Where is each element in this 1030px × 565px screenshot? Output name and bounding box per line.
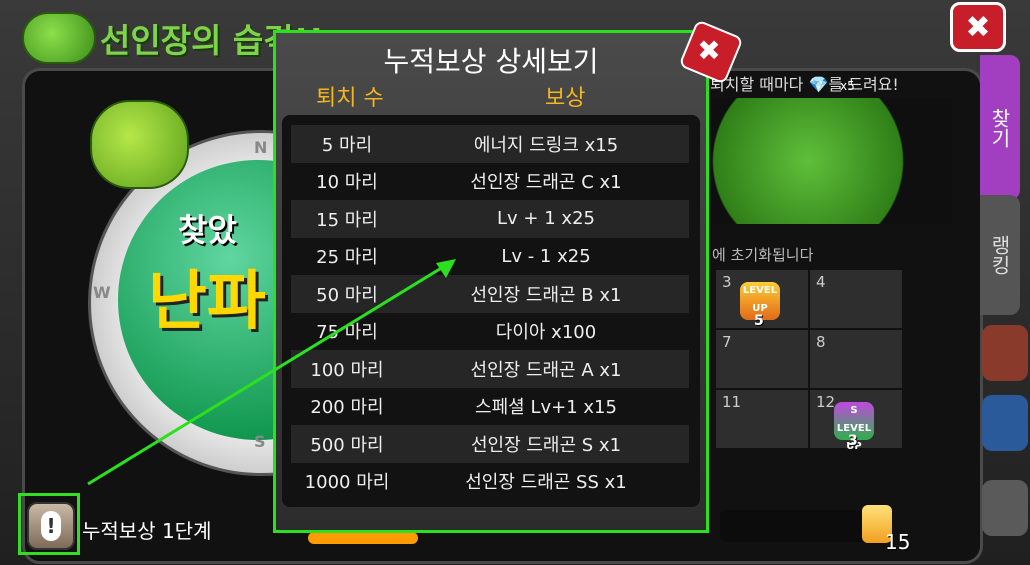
grid-cell[interactable]: 3 LEVEL UP 5 bbox=[716, 270, 808, 329]
reward-column-header: 보상 bbox=[545, 86, 586, 111]
tab-ranking[interactable]: 랭킹 bbox=[980, 195, 1020, 315]
cell-number: 12 bbox=[816, 393, 836, 411]
alert-symbol: ! bbox=[41, 511, 61, 541]
bottom-bar bbox=[720, 510, 870, 542]
special-badge: S bbox=[850, 405, 858, 416]
reward-cell: Lv + 1 x25 bbox=[497, 208, 595, 230]
kills-cell: 15 마리 bbox=[316, 209, 378, 231]
character-avatar-icon[interactable] bbox=[982, 325, 1028, 381]
close-icon[interactable]: ✖ bbox=[686, 27, 732, 73]
reward-cell: 다이아 x100 bbox=[495, 322, 597, 344]
reset-notice: 에 초기화됩니다 bbox=[712, 246, 814, 264]
energy-drink-count: 15 bbox=[885, 530, 911, 554]
grid-cell[interactable]: 8 bbox=[810, 330, 902, 388]
kills-cell: 50 마리 bbox=[316, 284, 378, 306]
reward-cell: 선인장 드래곤 C x1 bbox=[470, 172, 622, 194]
table-row: 15 마리 Lv + 1 x25 bbox=[291, 200, 689, 238]
level-up-count: 5 bbox=[754, 313, 764, 329]
kills-cell: 500 마리 bbox=[310, 434, 384, 456]
tab-find[interactable]: 찾기 bbox=[980, 55, 1020, 200]
kills-cell: 5 마리 bbox=[321, 134, 373, 156]
kills-column-header: 퇴치 수 bbox=[316, 86, 384, 111]
reward-cell: 스페셜 Lv+1 x15 bbox=[475, 397, 617, 419]
kills-cell: 75 마리 bbox=[316, 322, 378, 344]
grid-cell[interactable]: 12 S LEVEL UP 3 bbox=[810, 390, 902, 452]
compass-south-label: S bbox=[254, 432, 266, 451]
cumulative-reward-label: 누적보상 1단계 bbox=[82, 519, 212, 543]
friends-icon[interactable] bbox=[982, 395, 1028, 451]
reward-cell: 에너지 드링크 x15 bbox=[473, 134, 619, 156]
table-row: 1000 마리 선인장 드래곤 SS x1 bbox=[291, 463, 689, 501]
table-row: 500 마리 선인장 드래곤 S x1 bbox=[291, 425, 689, 463]
level-up-count: 3 bbox=[848, 433, 858, 449]
table-row: 100 마리 선인장 드래곤 A x1 bbox=[291, 350, 689, 388]
grid-cell[interactable]: 4 bbox=[810, 270, 902, 328]
table-row: 200 마리 스페셜 Lv+1 x15 bbox=[291, 388, 689, 426]
kills-cell: 25 마리 bbox=[316, 247, 378, 269]
kills-cell: 1000 마리 bbox=[304, 472, 390, 494]
popup-title: 누적보상 상세보기 bbox=[383, 45, 599, 78]
grid-cell[interactable]: 7 bbox=[716, 330, 808, 388]
reward-cell: 선인장 드래곤 A x1 bbox=[470, 359, 622, 381]
reward-cell: Lv - 1 x25 bbox=[501, 245, 591, 267]
reward-cell: 선인장 드래곤 S x1 bbox=[470, 434, 622, 456]
level-up-label: LEVEL UP bbox=[742, 285, 778, 314]
gear-icon[interactable] bbox=[982, 480, 1028, 536]
table-row: 25 마리 Lv - 1 x25 bbox=[291, 238, 689, 276]
table-row: 75 마리 다이아 x100 bbox=[291, 313, 689, 351]
reward-cell: 선인장 드래곤 SS x1 bbox=[465, 472, 627, 494]
table-row: 10 마리 선인장 드래곤 C x1 bbox=[291, 163, 689, 201]
cactus-logo-icon bbox=[22, 12, 96, 64]
reward-banner: 퇴치할 때마다 💎를 드려요! bbox=[710, 75, 899, 94]
cactus-character-icon bbox=[90, 100, 189, 189]
compass-west-label: W bbox=[93, 283, 111, 302]
special-level-up-icon: S LEVEL UP 3 bbox=[834, 402, 874, 452]
exclamation-icon[interactable]: ! bbox=[27, 502, 75, 550]
level-up-icon: LEVEL UP 5 bbox=[740, 282, 780, 329]
event-big-text: 난파 bbox=[148, 265, 266, 339]
kills-cell: 10 마리 bbox=[316, 172, 378, 194]
reward-rows: 5 마리 에너지 드링크 x15 10 마리 선인장 드래곤 C x1 15 마리 Lv … bbox=[291, 125, 689, 500]
grid-cell[interactable]: 11 bbox=[716, 390, 808, 448]
found-text: 찾았 bbox=[178, 211, 237, 249]
find-grid: 3 LEVEL UP 5 4 7 8 11 12 S LEVEL UP 3 bbox=[716, 270, 902, 452]
reward-cell: 선인장 드래곤 B x1 bbox=[470, 284, 622, 306]
compass-north-label: N bbox=[254, 138, 268, 157]
close-window-button[interactable]: ✖ bbox=[950, 2, 1006, 52]
cell-number: 8 bbox=[816, 333, 826, 351]
cell-number: 11 bbox=[722, 393, 742, 411]
cactus-art-image bbox=[712, 98, 952, 224]
progress-bar bbox=[308, 532, 418, 544]
cell-number: 7 bbox=[722, 333, 732, 351]
kills-cell: 200 마리 bbox=[310, 397, 384, 419]
table-row: 5 마리 에너지 드링크 x15 bbox=[291, 125, 689, 163]
cell-number: 4 bbox=[816, 273, 826, 291]
kills-cell: 100 마리 bbox=[310, 359, 384, 381]
cell-number: 3 bbox=[722, 273, 732, 291]
gem-count: x5 bbox=[840, 79, 855, 93]
table-row: 50 마리 선인장 드래곤 B x1 bbox=[291, 275, 689, 313]
